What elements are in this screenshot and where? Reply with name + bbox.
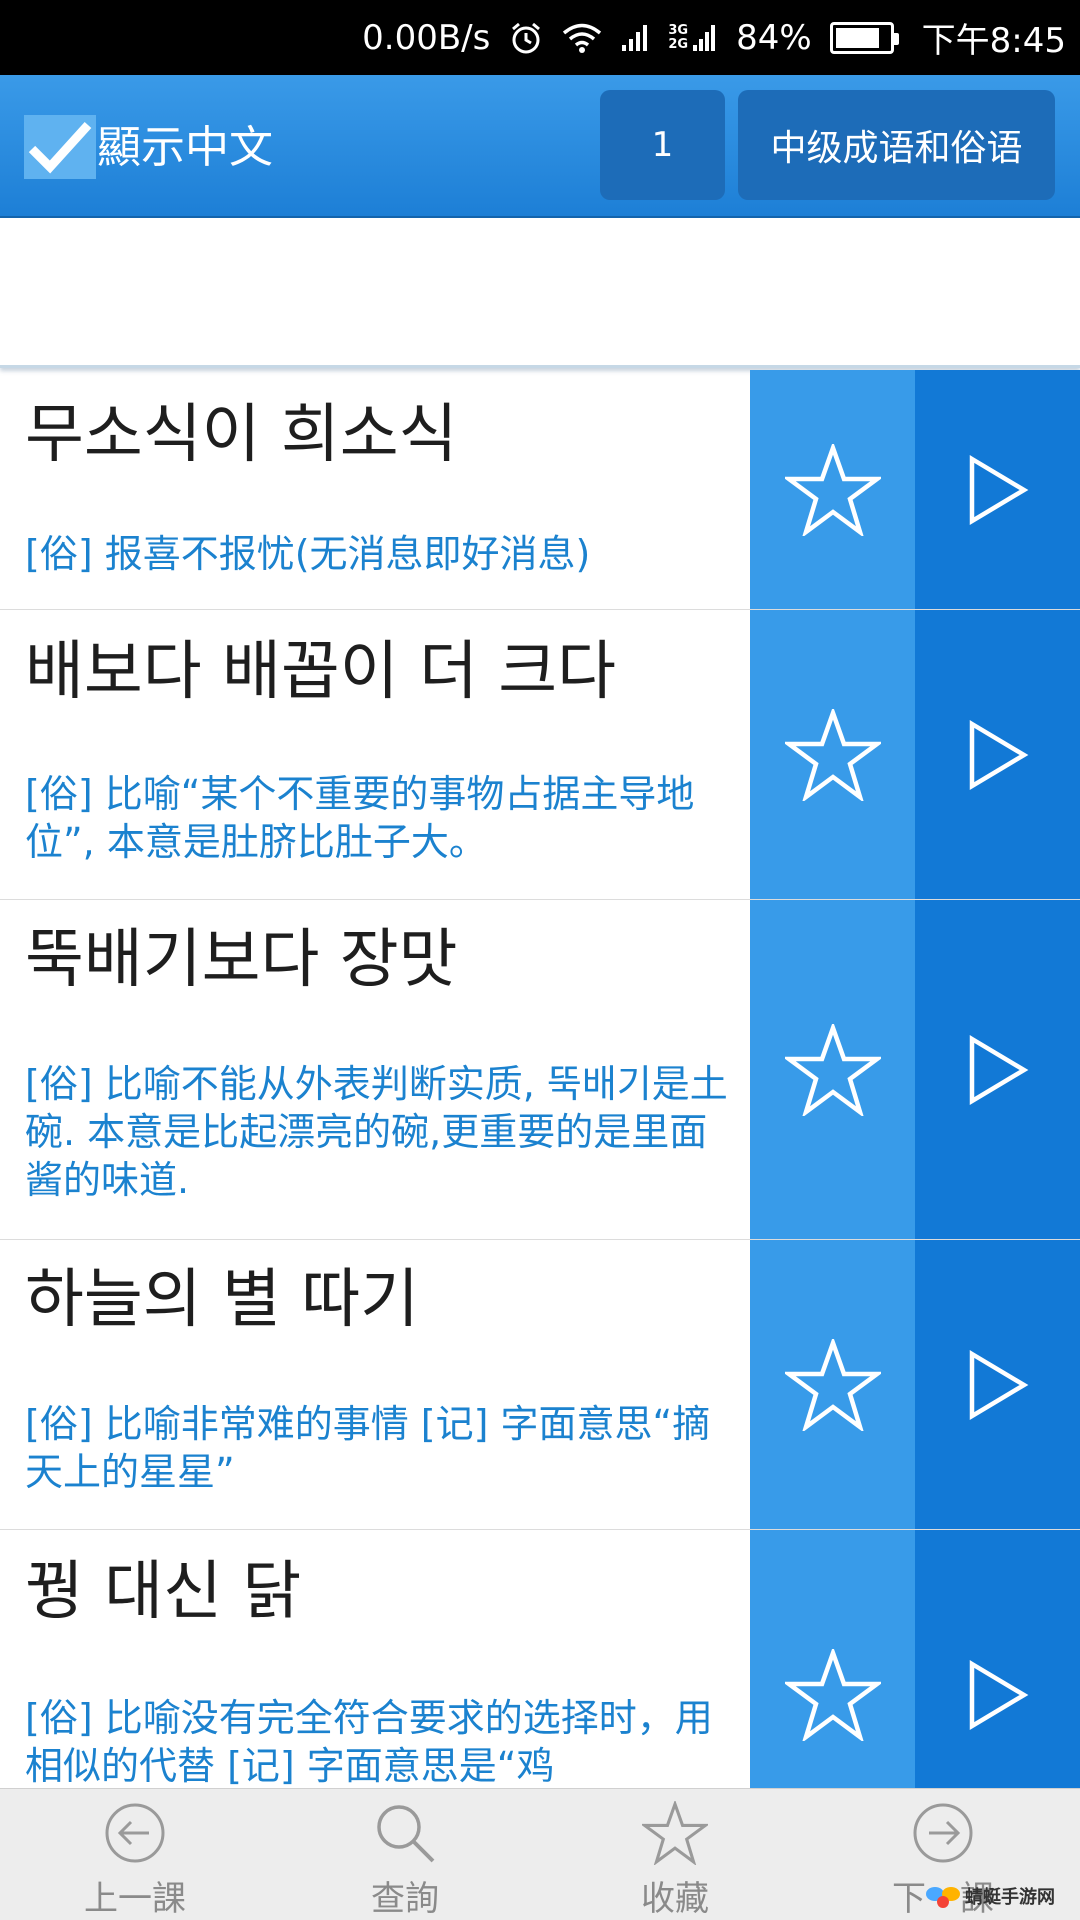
favorite-button[interactable]	[750, 1240, 915, 1529]
play-button[interactable]	[915, 1240, 1080, 1529]
toolbar: 顯示中文 1 中级成语和俗语	[0, 75, 1080, 218]
search-icon	[377, 1805, 435, 1863]
star-outline-icon	[784, 1649, 881, 1741]
star-outline-icon	[642, 1801, 708, 1865]
entry-meaning: [俗] 比喻没有完全符合要求的选择时，用相似的代替 [记] 字面意思是“鸡	[25, 1696, 713, 1788]
lesson-number-button[interactable]: 1	[600, 90, 725, 200]
entry-text[interactable]: 배보다 배꼽이 더 크다 [俗] 比喻“某个不重要的事物占据主导地位”, 本意是…	[0, 610, 750, 899]
list-item[interactable]: 하늘의 별 따기 [俗] 比喻非常难的事情 [记] 字面意思“摘天上的星星”	[0, 1240, 1080, 1530]
entry-meaning: [俗] 比喻“某个不重要的事物占据主导地位”, 本意是肚脐比肚子大。	[25, 772, 695, 864]
play-outline-icon	[969, 1034, 1028, 1105]
entry-korean: 무소식이 희소식	[25, 398, 458, 472]
play-outline-icon	[969, 1349, 1028, 1420]
battery-percent: 84%	[736, 17, 812, 58]
play-button[interactable]	[915, 610, 1080, 899]
play-button[interactable]	[915, 1530, 1080, 1788]
star-outline-icon	[784, 443, 881, 536]
play-outline-icon	[969, 454, 1028, 525]
entry-korean: 하늘의 별 따기	[25, 1263, 419, 1337]
arrow-right-circle-icon	[913, 1803, 973, 1863]
star-outline-icon	[784, 708, 881, 801]
arrow-left-circle-icon	[105, 1803, 165, 1863]
alarm-icon	[508, 20, 544, 56]
entry-meaning: [俗] 比喻非常难的事情 [记] 字面意思“摘天上的星星”	[25, 1402, 711, 1494]
clock: 下午8:45	[921, 21, 1066, 61]
star-outline-icon	[784, 1338, 881, 1431]
favorite-button[interactable]	[750, 1530, 915, 1788]
prev-lesson-label: 上一課	[84, 1879, 186, 1919]
header-spacer	[0, 218, 1080, 368]
wifi-icon	[562, 22, 602, 54]
favorite-button[interactable]	[750, 370, 915, 609]
play-outline-icon	[969, 719, 1028, 790]
entry-korean: 배보다 배꼽이 더 크다	[25, 635, 616, 709]
entry-text[interactable]: 무소식이 희소식 [俗] 报喜不报忧(无消息即好消息)	[0, 370, 750, 609]
list-item[interactable]: 배보다 배꼽이 더 크다 [俗] 比喻“某个不重要的事物占据主导地位”, 本意是…	[0, 610, 1080, 900]
entry-text[interactable]: 뚝배기보다 장맛 [俗] 比喻不能从外表判断实质, 뚝배기是土碗. 本意是比起漂…	[0, 900, 750, 1239]
list-item[interactable]: 꿩 대신 닭 [俗] 比喻没有完全符合要求的选择时，用相似的代替 [记] 字面意…	[0, 1530, 1080, 1788]
search-button[interactable]: 查詢	[305, 1789, 505, 1920]
list-item[interactable]: 무소식이 희소식 [俗] 报喜不报忧(无消息即好消息)	[0, 370, 1080, 610]
entry-text[interactable]: 하늘의 별 따기 [俗] 比喻非常难的事情 [记] 字面意思“摘天上的星星”	[0, 1240, 750, 1529]
show-chinese-label[interactable]: 顯示中文	[97, 121, 273, 175]
show-chinese-checkbox[interactable]	[24, 115, 96, 179]
search-label: 查詢	[371, 1879, 439, 1919]
entry-meaning: [俗] 报喜不报忧(无消息即好消息)	[25, 532, 591, 576]
network-type: 3G 2G	[668, 22, 689, 52]
category-button[interactable]: 中级成语和俗语	[738, 90, 1055, 200]
prev-lesson-button[interactable]: 上一課	[35, 1789, 235, 1920]
favorite-button[interactable]	[750, 900, 915, 1239]
star-outline-icon	[784, 1023, 881, 1116]
bottom-nav: 上一課 查詢 收藏 下一課	[0, 1788, 1080, 1920]
favorites-label: 收藏	[641, 1879, 709, 1919]
signal-icon	[620, 23, 650, 53]
watermark: 蜻蜓手游网	[925, 1876, 1075, 1916]
entry-list[interactable]: 무소식이 희소식 [俗] 报喜不报忧(无消息即好消息) 배보다 배꼽이 더 크다…	[0, 370, 1080, 1788]
entry-text[interactable]: 꿩 대신 닭 [俗] 比喻没有完全符合要求的选择时，用相似的代替 [记] 字面意…	[0, 1530, 750, 1788]
entry-meaning: [俗] 比喻不能从外表判断实质, 뚝배기是土碗. 本意是比起漂亮的碗,更重要的是…	[25, 1062, 728, 1202]
entry-korean: 꿩 대신 닭	[25, 1555, 302, 1629]
watermark-text: 蜻蜓手游网	[965, 1887, 1055, 1908]
network-speed: 0.00B/s	[362, 17, 491, 58]
play-button[interactable]	[915, 370, 1080, 609]
play-button[interactable]	[915, 900, 1080, 1239]
favorite-button[interactable]	[750, 610, 915, 899]
dragonfly-logo-icon	[926, 1887, 960, 1908]
checkmark-icon	[28, 121, 92, 174]
entry-korean: 뚝배기보다 장맛	[25, 923, 458, 997]
network-type-top: 3G	[668, 22, 689, 38]
list-item[interactable]: 뚝배기보다 장맛 [俗] 比喻不能从外表判断实质, 뚝배기是土碗. 本意是比起漂…	[0, 900, 1080, 1240]
play-outline-icon	[969, 1660, 1028, 1730]
network-type-bottom: 2G	[668, 36, 689, 52]
status-bar: 0.00B/s 3G 2G 84% 下午8:45	[0, 0, 1080, 75]
battery-icon	[829, 21, 899, 54]
favorites-button[interactable]: 收藏	[575, 1789, 775, 1920]
signal-icon-secondary	[692, 23, 718, 53]
